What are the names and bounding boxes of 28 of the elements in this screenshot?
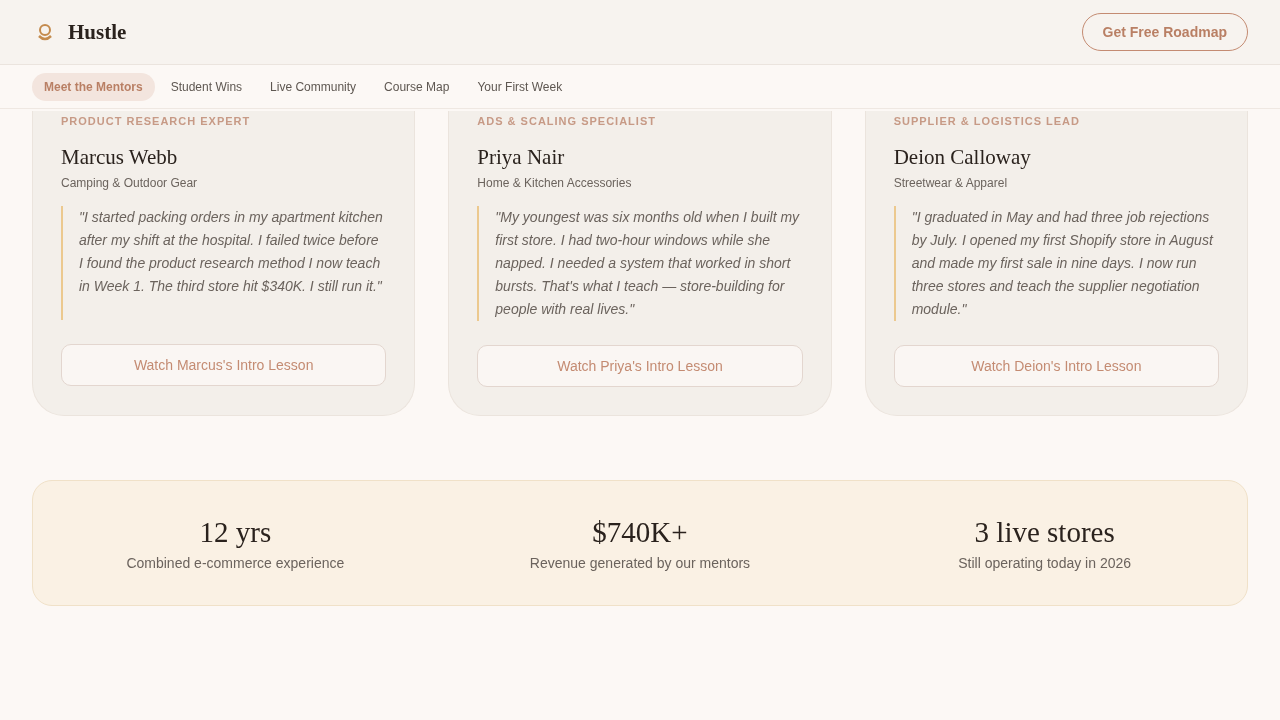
nav-tab[interactable]: Meet the Mentors <box>32 72 155 101</box>
watch-lesson-button[interactable]: Watch Marcus's Intro Lesson <box>61 344 387 386</box>
mentor-role: PRODUCT RESEARCH EXPERT <box>61 115 252 127</box>
mentor-niche: Home & Kitchen Accessories <box>477 176 633 190</box>
mentor-role: ADS & SCALING SPECIALIST <box>477 115 657 127</box>
nav-tab[interactable]: Student Wins <box>158 72 255 101</box>
mentor-quote: "My youngest was six months old when I built my first store. I had two-hour windows while she napped. I needed a system that worked in short bursts. That's what I teach — store-building for people with real lives." <box>477 206 803 321</box>
brand-name: Hustle <box>68 19 127 45</box>
watch-lesson-button[interactable]: Watch Priya's Intro Lesson <box>477 345 803 387</box>
watch-lesson-button[interactable]: Watch Deion's Intro Lesson <box>893 345 1219 387</box>
nav-tab[interactable]: Course Map <box>372 72 462 101</box>
mentor-niche: Streetwear & Apparel <box>893 176 1009 190</box>
stat-value: $740K+ <box>592 515 688 549</box>
mentor-name: Deion Calloway <box>893 145 1032 170</box>
nav-tab[interactable]: Your First Week <box>465 72 575 101</box>
mentor-quote: "I started packing orders in my apartment kitchen after my shift at the hospital. I failed twice before I found the product research method I now teach in Week 1. The third store hit $340K. I still run it." <box>61 206 387 320</box>
mentor-niche: Camping & Outdoor Gear <box>61 176 199 190</box>
logo-icon <box>38 22 52 42</box>
stat-label: Revenue generated by our mentors <box>529 554 751 571</box>
mentor-quote: "I graduated in May and had three job rejections by July. I opened my first Shopify store in August and made my first sale in nine days. I now run three stores and teach the supplier negotiation module." <box>893 206 1219 321</box>
nav-tab[interactable]: Live Community <box>258 72 369 101</box>
mentor-name: Marcus Webb <box>61 145 179 170</box>
stat-value: 12 yrs <box>199 515 272 549</box>
mentor-name: Priya Nair <box>477 145 566 170</box>
mentor-role: SUPPLIER & LOGISTICS LEAD <box>893 115 1081 127</box>
stat-label: Still operating today in 2026 <box>958 554 1132 571</box>
stat-label: Combined e-commerce experience <box>126 554 345 571</box>
stat-value: 3 live stores <box>974 515 1115 549</box>
